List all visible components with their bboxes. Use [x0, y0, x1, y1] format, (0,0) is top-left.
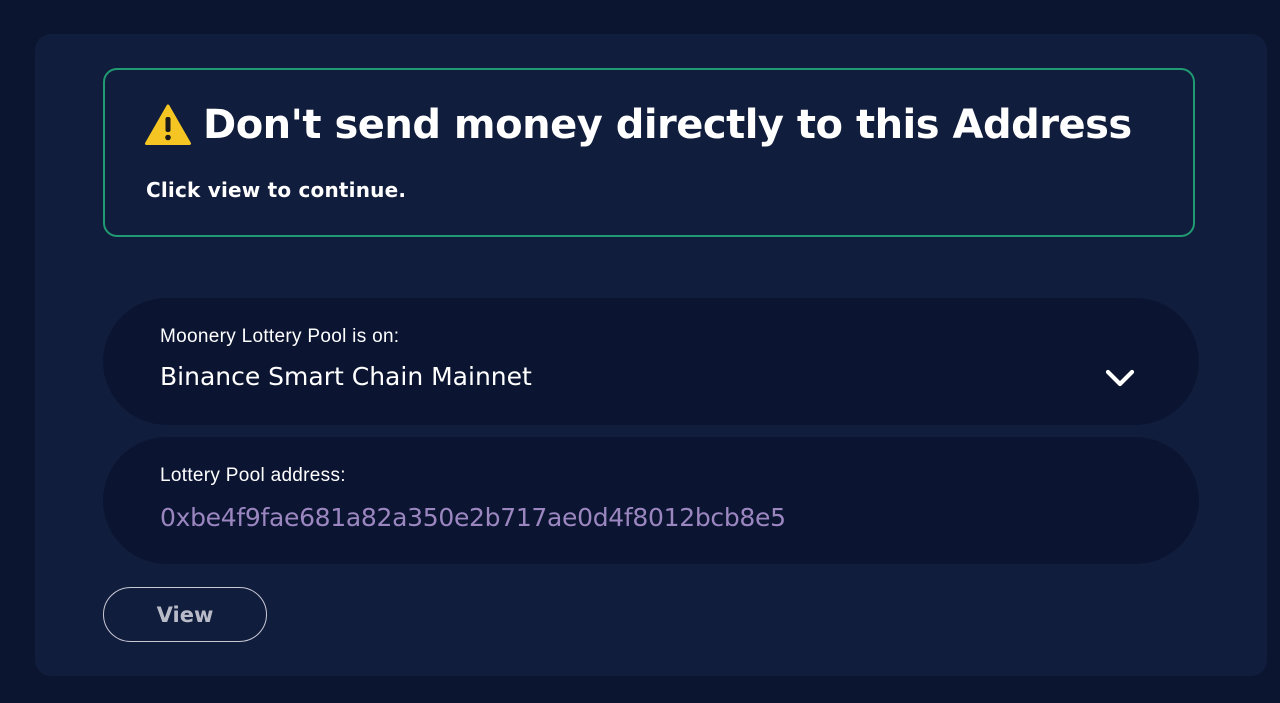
- warning-triangle-icon: [145, 104, 191, 146]
- chevron-down-icon[interactable]: [1103, 367, 1137, 391]
- network-label: Moonery Lottery Pool is on:: [160, 326, 400, 347]
- address-label: Lottery Pool address:: [160, 465, 346, 486]
- warning-title: Don't send money directly to this Addres…: [203, 102, 1132, 148]
- pool-address-field: Lottery Pool address: 0xbe4f9fae681a82a3…: [103, 437, 1199, 564]
- network-selector[interactable]: Moonery Lottery Pool is on: Binance Smar…: [103, 298, 1199, 425]
- warning-title-row: Don't send money directly to this Addres…: [145, 102, 1132, 148]
- network-value: Binance Smart Chain Mainnet: [160, 362, 532, 391]
- address-value: 0xbe4f9fae681a82a350e2b717ae0d4f8012bcb8…: [160, 503, 786, 532]
- warning-box: Don't send money directly to this Addres…: [103, 68, 1195, 237]
- view-button[interactable]: View: [103, 587, 267, 642]
- warning-subtitle: Click view to continue.: [146, 178, 407, 202]
